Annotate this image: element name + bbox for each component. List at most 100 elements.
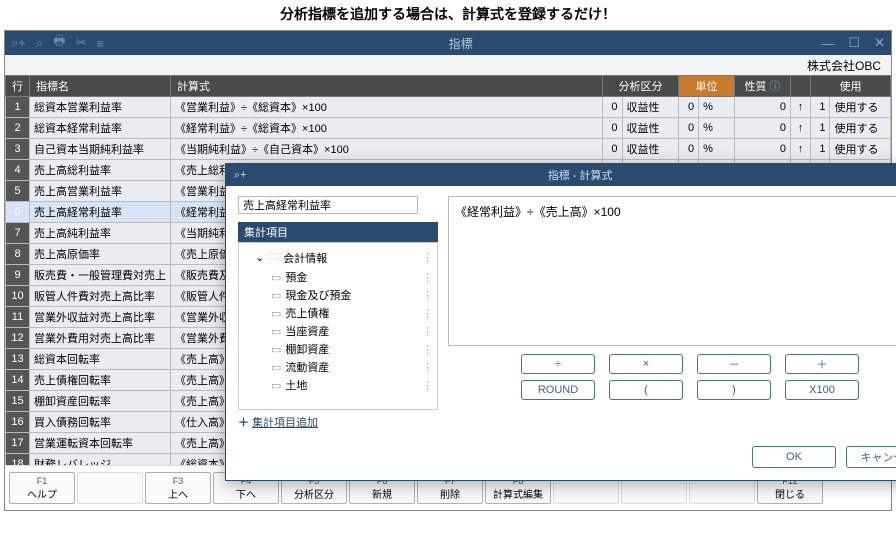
document-icon: ▭ (271, 271, 281, 284)
op-÷-button[interactable]: ÷ (521, 354, 595, 374)
cell-q: ↑ (791, 97, 811, 118)
cancel-button[interactable]: キャンセル (846, 446, 896, 468)
cell-unit: % (699, 118, 735, 139)
item-tree[interactable]: ⌄ 🗀 会計情報 ⋮ ▭預金⋮▭現金及び預金⋮▭売上債権⋮▭当座資産⋮▭棚卸資産… (238, 242, 438, 410)
search-plus-icon[interactable]: ⌕+ (11, 35, 26, 51)
cell-unit: % (699, 97, 735, 118)
cell-name: 販売費・一般管理費対売上 (30, 265, 171, 286)
col-row: 行 (6, 76, 30, 97)
document-icon: ▭ (271, 343, 281, 356)
tree-item[interactable]: ▭棚卸資産⋮ (241, 340, 435, 358)
op-＋-button[interactable]: ＋ (785, 354, 859, 374)
op-x100-button[interactable]: X100 (785, 380, 859, 400)
window-title: 指標 (114, 35, 808, 52)
cell-name: 営業運転資本回転率 (30, 433, 171, 454)
tree-item[interactable]: ▭売上債権⋮ (241, 304, 435, 322)
menu-icon[interactable]: ⋮ (422, 307, 433, 320)
row-number: 12 (6, 328, 30, 349)
minimize-button[interactable]: — (821, 36, 834, 51)
cell-usen: 1 (811, 139, 830, 160)
row-number: 9 (6, 265, 30, 286)
close-button[interactable]: ✕ (874, 35, 885, 51)
cell-formula: 《当期純利益》÷《自己資本》×100 (171, 139, 603, 160)
tree-item-label: 売上債権 (285, 305, 329, 321)
menu-icon[interactable]: ⋮ (422, 251, 433, 264)
print-icon[interactable]: 🖶 (53, 32, 65, 54)
tree-item[interactable]: ▭ 当座資産 ⋮ (241, 322, 435, 340)
cell-usen: 1 (811, 97, 830, 118)
tree-item[interactable]: ▭現金及び預金⋮ (241, 286, 435, 304)
tree-header: 集計項目 (238, 222, 438, 242)
cell-name: 棚卸資産回転率 (30, 391, 171, 412)
col-qual: 性質 ⓘ (735, 76, 791, 97)
menu-icon[interactable]: ⋮ (422, 289, 433, 302)
fkey-label: 分析区分 (294, 486, 334, 501)
op-)-button[interactable]: ) (697, 380, 771, 400)
row-number: 8 (6, 244, 30, 265)
table-row[interactable]: 3自己資本当期純利益率《当期純利益》÷《自己資本》×1000収益性0%0↑1使用… (6, 139, 891, 160)
tree-item-label: 流動資産 (285, 359, 329, 375)
cell-name: 自己資本当期純利益率 (30, 139, 171, 160)
cell-catn: 0 (603, 139, 623, 160)
row-number: 15 (6, 391, 30, 412)
info-icon[interactable]: ⓘ (770, 81, 781, 93)
search-icon[interactable]: ⌕ (36, 35, 43, 51)
col-use: 使用 (811, 76, 891, 97)
fkey-blank (77, 472, 143, 504)
tree-item[interactable]: ▭土地⋮ (241, 376, 435, 394)
reorder-icon[interactable]: ≡ (96, 36, 104, 51)
filter-icon[interactable]: ✂ (75, 35, 86, 51)
op-×-button[interactable]: × (609, 354, 683, 374)
cell-q: ↑ (791, 139, 811, 160)
ok-button[interactable]: OK (752, 446, 836, 468)
table-row[interactable]: 2総資本経常利益率《経常利益》÷《総資本》×1000収益性0%0↑1使用する (6, 118, 891, 139)
cell-name: 財務レバレッジ (30, 454, 171, 466)
cell-q: ↑ (791, 118, 811, 139)
company-label: 株式会社OBC (807, 57, 881, 74)
chevron-down-icon: ⌄ (255, 251, 264, 264)
row-number: 1 (6, 97, 30, 118)
cell-catn: 0 (603, 97, 623, 118)
op-－-button[interactable]: － (697, 354, 771, 374)
sub-toolbar: 株式会社OBC (5, 55, 891, 75)
op-(-button[interactable]: ( (609, 380, 683, 400)
op-round-button[interactable]: ROUND (521, 380, 595, 400)
menu-icon[interactable]: ⋮ (422, 379, 433, 392)
col-formula: 計算式 (171, 76, 603, 97)
folder-icon: 🗀 (268, 248, 279, 267)
dialog-search-icon[interactable]: ⌕+ (234, 169, 247, 182)
menu-icon[interactable]: ⋮ (422, 361, 433, 374)
col-cat: 分析区分 (603, 76, 679, 97)
tree-item-label: 預金 (285, 269, 307, 285)
menu-icon[interactable]: ⋮ (422, 343, 433, 356)
row-number: 2 (6, 118, 30, 139)
col-unit: 単位 (679, 76, 735, 97)
tree-item[interactable]: ▭ 預金 ⋮ (241, 268, 435, 286)
tree-item[interactable]: ▭流動資産⋮ (241, 358, 435, 376)
row-number: 14 (6, 370, 30, 391)
document-icon: ▭ (271, 325, 281, 338)
tree-item-label: 土地 (285, 377, 307, 393)
cell-use: 使用する (830, 139, 891, 160)
cell-name: 総資本営業利益率 (30, 97, 171, 118)
cell-unitn: 0 (679, 139, 699, 160)
menu-icon[interactable]: ⋮ (422, 325, 433, 338)
fkey-f1[interactable]: F1ヘルプ (9, 472, 75, 504)
fkey-f3[interactable]: F3上へ (145, 472, 211, 504)
fkey-label: 下へ (236, 486, 256, 501)
menu-icon[interactable]: ⋮ (422, 271, 433, 284)
table-row[interactable]: 1総資本営業利益率《営業利益》÷《総資本》×1000収益性0%0↑1使用する (6, 97, 891, 118)
row-number: 16 (6, 412, 30, 433)
indicator-name-input[interactable] (238, 196, 418, 214)
cell-name: 売上高経常利益率 (30, 202, 171, 223)
cell-name: 総資本経常利益率 (30, 118, 171, 139)
formula-textarea[interactable]: 《経常利益》÷《売上高》×100 (448, 196, 896, 346)
row-number: 7 (6, 223, 30, 244)
tree-folder[interactable]: ⌄ 🗀 会計情報 ⋮ (241, 247, 435, 268)
cell-name: 売上高営業利益率 (30, 181, 171, 202)
maximize-button[interactable]: ☐ (848, 35, 860, 51)
row-number: 6 (6, 202, 30, 223)
cell-qn: 0 (735, 97, 791, 118)
add-item-link[interactable]: ＋ 集計項目追加 (238, 414, 438, 430)
tree-item-label: 当座資産 (285, 323, 329, 339)
